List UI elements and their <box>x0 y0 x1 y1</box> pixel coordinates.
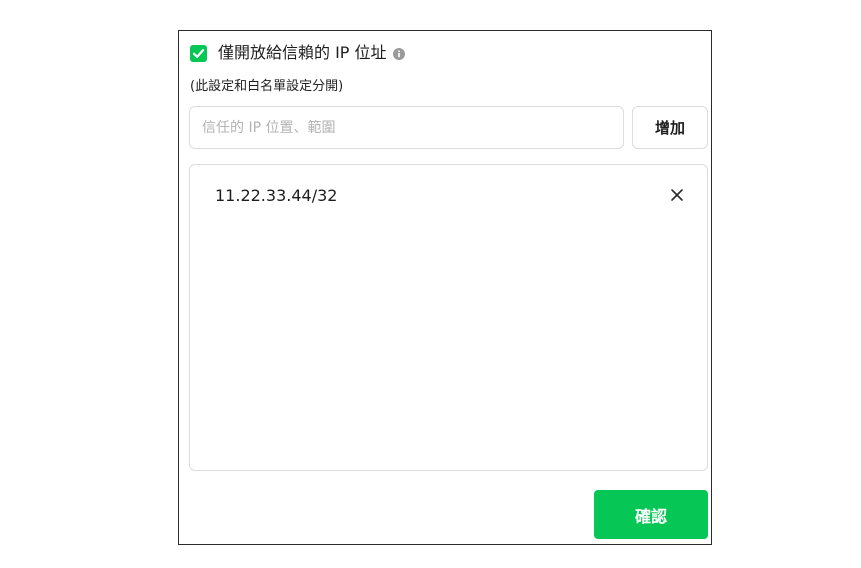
trusted-ip-input[interactable] <box>189 106 624 149</box>
add-ip-button[interactable]: 增加 <box>632 106 708 149</box>
ip-address-text: 11.22.33.44/32 <box>215 185 338 205</box>
list-item: 11.22.33.44/32 <box>215 183 685 207</box>
info-icon[interactable] <box>392 47 405 60</box>
trusted-ip-checkbox[interactable] <box>190 44 207 62</box>
trusted-ip-dialog: 僅開放給信賴的 IP 位址 (此設定和白名單設定分開) 增加 11.22.33.… <box>178 30 712 545</box>
close-icon[interactable] <box>669 187 685 203</box>
trusted-ip-checkbox-label: 僅開放給信賴的 IP 位址 <box>218 43 405 63</box>
trusted-ip-toggle-row: 僅開放給信賴的 IP 位址 <box>190 43 405 63</box>
confirm-button[interactable]: 確認 <box>594 490 708 539</box>
settings-note: (此設定和白名單設定分開) <box>190 79 344 94</box>
trusted-ip-list: 11.22.33.44/32 <box>189 164 708 471</box>
check-icon <box>192 48 205 58</box>
trusted-ip-label-text: 僅開放給信賴的 IP 位址 <box>218 43 387 62</box>
